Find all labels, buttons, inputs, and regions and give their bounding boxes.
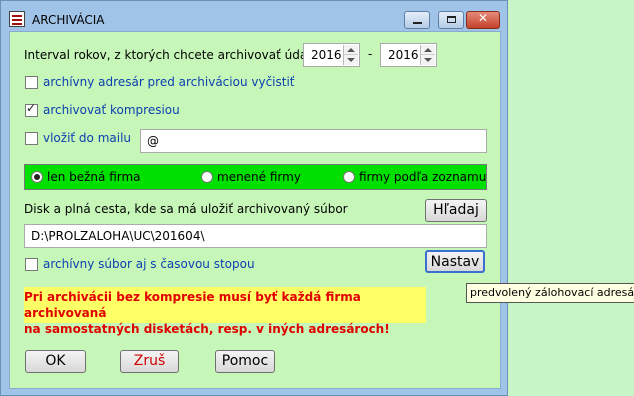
warning-line-1: Pri archivácii bez kompresie musí byť ka… — [24, 290, 361, 320]
compress-label[interactable]: archivovať kompresiou — [43, 103, 180, 117]
ok-button[interactable]: OK — [25, 350, 86, 373]
search-button[interactable]: Hľadaj — [425, 199, 487, 222]
radio-firms-by-list-label[interactable]: firmy podľa zoznamu — [359, 170, 486, 184]
radio-changed-firms[interactable] — [201, 171, 213, 183]
year-from-spinner[interactable]: 2016 — [303, 43, 360, 67]
setup-button[interactable]: Nastav — [425, 250, 485, 273]
year-from-up-icon[interactable] — [344, 45, 358, 55]
mail-checkbox[interactable] — [25, 132, 38, 145]
year-from-value[interactable]: 2016 — [311, 48, 342, 62]
title-bar[interactable]: ARCHIVÁCIA — [1, 1, 507, 31]
clear-dir-checkbox[interactable] — [25, 76, 38, 89]
close-button[interactable] — [466, 11, 500, 29]
warning-message: Pri archivácii bez kompresie musí byť ka… — [24, 287, 426, 336]
year-separator: - — [368, 47, 373, 61]
scope-radio-group: len bežná firma menené firmy firmy podľa… — [24, 164, 487, 190]
clear-dir-label[interactable]: archívny adresár pred archiváciou vyčist… — [43, 75, 295, 89]
mail-label[interactable]: vložiť do mailu — [43, 131, 131, 145]
year-to-spinner[interactable]: 2016 — [380, 43, 437, 67]
year-to-value[interactable]: 2016 — [388, 48, 419, 62]
radio-changed-firms-label[interactable]: menené firmy — [217, 170, 301, 184]
path-input[interactable]: D:\PROLZALOHA\UC\201604\ — [24, 224, 487, 248]
dialog-body: Interval rokov, z ktorých chcete archivo… — [9, 31, 501, 389]
path-tooltip: predvolený zálohovací adresár - — [466, 283, 634, 303]
path-label: Disk a plná cesta, kde sa má uložiť arch… — [24, 202, 348, 216]
interval-label: Interval rokov, z ktorých chcete archivo… — [24, 48, 318, 62]
year-from-down-icon[interactable] — [344, 55, 358, 65]
help-button[interactable]: Pomoc — [215, 350, 275, 373]
timestamp-label[interactable]: archívny súbor aj s časovou stopou — [43, 257, 255, 271]
compress-checkbox[interactable] — [25, 101, 38, 117]
radio-firms-by-list[interactable] — [343, 171, 355, 183]
year-to-down-icon[interactable] — [421, 55, 435, 65]
timestamp-checkbox[interactable] — [25, 258, 38, 271]
archive-dialog: ARCHIVÁCIA Interval rokov, z ktorých chc… — [0, 0, 508, 396]
year-to-spin-buttons — [420, 45, 435, 65]
year-from-spin-buttons — [343, 45, 358, 65]
window-title: ARCHIVÁCIA — [32, 13, 105, 27]
warning-line-2: na samostatných disketách, resp. v iných… — [24, 322, 390, 336]
year-to-up-icon[interactable] — [421, 45, 435, 55]
mail-input[interactable]: @ — [140, 129, 487, 153]
app-icon — [9, 11, 25, 27]
radio-current-firm[interactable] — [31, 171, 43, 183]
cancel-button[interactable]: Zruš — [120, 350, 179, 373]
minimize-button[interactable] — [404, 11, 430, 29]
maximize-button[interactable] — [438, 11, 464, 29]
radio-current-firm-label[interactable]: len bežná firma — [47, 170, 141, 184]
